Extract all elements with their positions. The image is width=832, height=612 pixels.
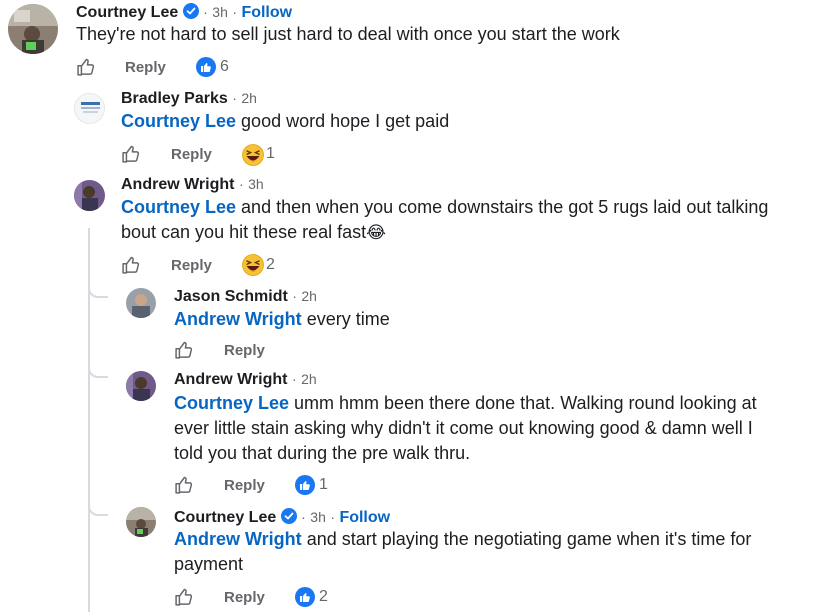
mention-link[interactable]: Andrew Wright [174, 309, 302, 329]
mention-link[interactable]: Courtney Lee [174, 393, 289, 413]
dot-separator: · [291, 371, 297, 387]
comment-text: Courtney Lee and then when you come down… [121, 195, 811, 245]
avatar[interactable] [74, 180, 105, 211]
reply-button[interactable]: Reply [224, 589, 265, 606]
avatar[interactable] [8, 4, 58, 54]
reaction-count[interactable]: 1 [319, 476, 328, 494]
dot-separator: · [330, 509, 335, 525]
timestamp[interactable]: 3h [310, 509, 326, 525]
dot-separator: · [301, 509, 306, 525]
reply-button[interactable]: Reply [224, 342, 265, 359]
dot-separator: · [232, 4, 237, 20]
comment-text-content: every time [306, 309, 390, 329]
timestamp[interactable]: 2h [301, 288, 317, 304]
haha-reaction-icon [242, 254, 264, 281]
like-reaction-icon [295, 587, 315, 612]
comment-text: Courtney Lee umm hmm been there done tha… [174, 391, 814, 466]
timestamp[interactable]: 3h [212, 4, 228, 20]
dot-separator: · [203, 4, 208, 20]
timestamp[interactable]: 3h [248, 176, 264, 192]
mention-link[interactable]: Courtney Lee [121, 111, 236, 131]
comment-text-content: bout can you hit these real fast [121, 222, 367, 242]
reply-button[interactable]: Reply [224, 477, 265, 494]
follow-button[interactable]: Follow [339, 509, 390, 526]
thumbs-up-outline-icon[interactable] [174, 475, 194, 500]
thumbs-up-outline-icon[interactable] [76, 57, 96, 82]
thread-branch [88, 278, 108, 298]
comment-text-content: payment [174, 554, 244, 574]
avatar[interactable] [126, 371, 156, 401]
avatar[interactable] [74, 93, 105, 124]
reaction-count[interactable]: 2 [266, 256, 275, 274]
comment-text: Andrew Wright every time [174, 307, 390, 332]
comment-text: They're not hard to sell just hard to de… [76, 24, 620, 44]
author-name[interactable]: Jason Schmidt [174, 288, 288, 305]
reaction-count[interactable]: 2 [319, 588, 328, 606]
avatar[interactable] [126, 288, 156, 318]
verified-badge-icon [280, 508, 297, 529]
comment-text: Andrew Wright and start playing the nego… [174, 527, 814, 577]
mention-link[interactable]: Andrew Wright [174, 529, 302, 549]
thumbs-up-outline-icon[interactable] [174, 587, 194, 612]
like-reaction-icon [295, 475, 315, 500]
dot-separator: · [292, 288, 297, 304]
reaction-count[interactable]: 1 [266, 145, 275, 163]
timestamp[interactable]: 2h [241, 90, 257, 106]
avatar[interactable] [126, 507, 156, 537]
comment-text: Courtney Lee good word hope I get paid [121, 109, 449, 134]
thumbs-up-outline-icon[interactable] [121, 144, 141, 169]
author-name[interactable]: Andrew Wright [121, 176, 234, 193]
reply-button[interactable]: Reply [125, 59, 166, 76]
dot-separator: · [232, 90, 237, 106]
haha-reaction-icon [242, 144, 264, 171]
laughing-emoji: 😂 [366, 223, 387, 242]
comment-text-content: and then when you come downstairs the go… [241, 197, 769, 217]
like-reaction-icon [196, 57, 216, 82]
comment-text-content: ever little stain asking why didn't it c… [174, 418, 753, 438]
author-name[interactable]: Courtney Lee [76, 4, 178, 21]
timestamp[interactable]: 2h [301, 371, 317, 387]
follow-button[interactable]: Follow [241, 4, 292, 21]
thread-branch [88, 358, 108, 378]
author-name[interactable]: Bradley Parks [121, 90, 228, 107]
thumbs-up-outline-icon[interactable] [174, 340, 194, 365]
reaction-count[interactable]: 6 [220, 58, 229, 76]
comment-text-content: told you that during the pre walk thru. [174, 443, 471, 463]
thumbs-up-outline-icon[interactable] [121, 255, 141, 280]
comment-text-content: good word hope I get paid [241, 111, 450, 131]
dot-separator: · [238, 176, 244, 192]
comment-text-content: and start playing the negotiating game w… [306, 529, 752, 549]
comment-text-content: umm hmm been there done that. Walking ro… [294, 393, 757, 413]
reply-button[interactable]: Reply [171, 146, 212, 163]
reply-button[interactable]: Reply [171, 257, 212, 274]
author-name[interactable]: Courtney Lee [174, 509, 276, 526]
author-name[interactable]: Andrew Wright [174, 371, 287, 388]
thread-branch [88, 496, 108, 516]
mention-link[interactable]: Courtney Lee [121, 197, 236, 217]
verified-badge-icon [182, 3, 199, 24]
